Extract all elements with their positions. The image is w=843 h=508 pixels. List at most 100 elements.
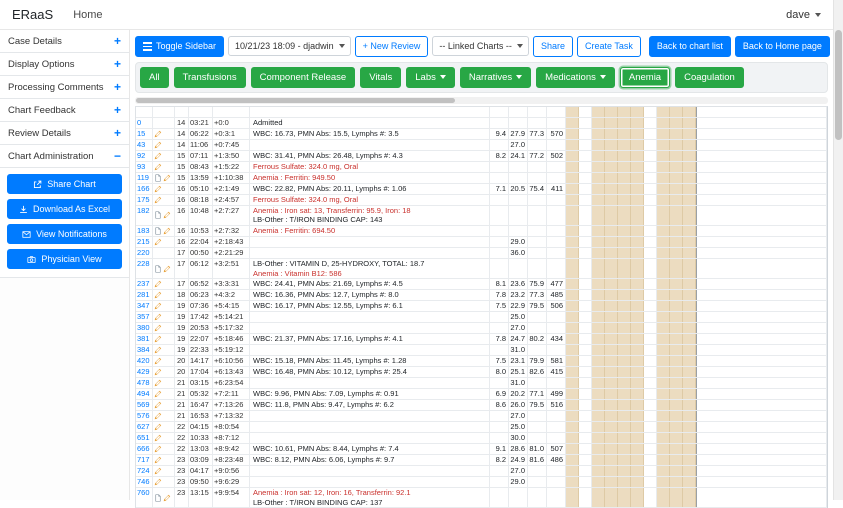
pencil-icon[interactable] <box>154 196 162 204</box>
event-id-link[interactable]: 666 <box>137 444 150 453</box>
event-id-link[interactable]: 746 <box>137 477 150 486</box>
pencil-icon[interactable] <box>154 324 162 332</box>
filter-anemia-button[interactable]: Anemia <box>619 66 671 88</box>
back-to-home-button[interactable]: Back to Home page <box>734 36 830 57</box>
event-id-link[interactable]: 182 <box>137 206 150 215</box>
sidebar-section-chart-administration[interactable]: Chart Administration − <box>0 145 129 168</box>
event-id-link[interactable]: 228 <box>137 259 150 268</box>
filter-coagulation-button[interactable]: Coagulation <box>675 66 744 88</box>
event-id-link[interactable]: 380 <box>137 323 150 332</box>
sidebar-section-processing-comments[interactable]: Processing Comments + <box>0 76 129 99</box>
filter-narratives-button[interactable]: Narratives <box>459 66 532 88</box>
pencil-icon[interactable] <box>163 211 171 219</box>
event-id-link[interactable]: 494 <box>137 389 150 398</box>
event-id-link[interactable]: 93 <box>137 162 145 171</box>
pencil-icon[interactable] <box>154 185 162 193</box>
pencil-icon[interactable] <box>154 152 162 160</box>
sidebar-section-chart-feedback[interactable]: Chart Feedback + <box>0 99 129 122</box>
event-id-link[interactable]: 15 <box>137 129 145 138</box>
pencil-icon[interactable] <box>163 494 171 502</box>
horizontal-scrollbar[interactable] <box>135 96 828 104</box>
pencil-icon[interactable] <box>163 227 171 235</box>
event-id-link[interactable]: 215 <box>137 237 150 246</box>
pencil-icon[interactable] <box>154 302 162 310</box>
share-chart-button[interactable]: Share Chart <box>7 174 122 194</box>
vertical-scrollbar-thumb[interactable] <box>835 30 842 140</box>
pencil-icon[interactable] <box>154 163 162 171</box>
filter-component-release-button[interactable]: Component Release <box>250 66 356 88</box>
linked-charts-select[interactable]: -- Linked Charts -- <box>432 36 529 57</box>
app-brand[interactable]: ERaaS <box>12 7 53 22</box>
document-icon[interactable] <box>154 174 162 182</box>
event-id-link[interactable]: 357 <box>137 312 150 321</box>
pencil-icon[interactable] <box>154 141 162 149</box>
pencil-icon[interactable] <box>163 174 171 182</box>
pencil-icon[interactable] <box>154 291 162 299</box>
filter-transfusions-button[interactable]: Transfusions <box>173 66 246 88</box>
sidebar-section-case-details[interactable]: Case Details + <box>0 30 129 53</box>
physician-view-button[interactable]: Physician View <box>7 249 122 269</box>
event-id-link[interactable]: 0 <box>137 118 141 127</box>
event-id-link[interactable]: 478 <box>137 378 150 387</box>
event-id-link[interactable]: 724 <box>137 466 150 475</box>
pencil-icon[interactable] <box>154 357 162 365</box>
pencil-icon[interactable] <box>154 401 162 409</box>
pencil-icon[interactable] <box>154 412 162 420</box>
pencil-icon[interactable] <box>154 423 162 431</box>
event-id-link[interactable]: 43 <box>137 140 145 149</box>
create-task-button[interactable]: Create Task <box>576 36 641 57</box>
event-id-link[interactable]: 627 <box>137 422 150 431</box>
pencil-icon[interactable] <box>154 467 162 475</box>
sidebar-section-review-details[interactable]: Review Details + <box>0 122 129 145</box>
toggle-sidebar-button[interactable]: Toggle Sidebar <box>135 36 225 57</box>
nav-home-link[interactable]: Home <box>73 9 102 21</box>
pencil-icon[interactable] <box>154 368 162 376</box>
filter-vitals-button[interactable]: Vitals <box>360 66 402 88</box>
event-id-link[interactable]: 166 <box>137 184 150 193</box>
event-id-link[interactable]: 237 <box>137 279 150 288</box>
vertical-scrollbar[interactable] <box>833 0 843 500</box>
share-button[interactable]: Share <box>532 36 573 57</box>
document-icon[interactable] <box>154 211 162 219</box>
pencil-icon[interactable] <box>154 390 162 398</box>
event-id-link[interactable]: 92 <box>137 151 145 160</box>
user-menu[interactable]: dave <box>786 9 821 21</box>
filter-labs-button[interactable]: Labs <box>406 66 455 88</box>
event-id-link[interactable]: 420 <box>137 356 150 365</box>
event-id-link[interactable]: 281 <box>137 290 150 299</box>
document-icon[interactable] <box>154 265 162 273</box>
event-id-link[interactable]: 381 <box>137 334 150 343</box>
event-id-link[interactable]: 576 <box>137 411 150 420</box>
filter-medications-button[interactable]: Medications <box>536 66 615 88</box>
filter-all-button[interactable]: All <box>140 66 169 88</box>
document-icon[interactable] <box>154 494 162 502</box>
pencil-icon[interactable] <box>154 456 162 464</box>
pencil-icon[interactable] <box>154 478 162 486</box>
pencil-icon[interactable] <box>154 434 162 442</box>
event-id-link[interactable]: 760 <box>137 488 150 497</box>
review-select[interactable]: 10/21/23 18:09 - djadwin <box>228 36 351 57</box>
new-review-button[interactable]: + New Review <box>354 36 429 57</box>
event-id-link[interactable]: 429 <box>137 367 150 376</box>
pencil-icon[interactable] <box>154 335 162 343</box>
pencil-icon[interactable] <box>154 313 162 321</box>
event-id-link[interactable]: 384 <box>137 345 150 354</box>
event-id-link[interactable]: 347 <box>137 301 150 310</box>
pencil-icon[interactable] <box>163 265 171 273</box>
document-icon[interactable] <box>154 227 162 235</box>
pencil-icon[interactable] <box>154 238 162 246</box>
event-id-link[interactable]: 175 <box>137 195 150 204</box>
event-id-link[interactable]: 183 <box>137 226 150 235</box>
pencil-icon[interactable] <box>154 280 162 288</box>
pencil-icon[interactable] <box>154 346 162 354</box>
download-as-excel-button[interactable]: Download As Excel <box>7 199 122 219</box>
event-id-link[interactable]: 651 <box>137 433 150 442</box>
pencil-icon[interactable] <box>154 130 162 138</box>
horizontal-scrollbar-thumb[interactable] <box>136 97 455 103</box>
event-id-link[interactable]: 717 <box>137 455 150 464</box>
pencil-icon[interactable] <box>154 379 162 387</box>
pencil-icon[interactable] <box>154 445 162 453</box>
sidebar-section-display-options[interactable]: Display Options + <box>0 53 129 76</box>
event-id-link[interactable]: 220 <box>137 248 150 257</box>
view-notifications-button[interactable]: View Notifications <box>7 224 122 244</box>
